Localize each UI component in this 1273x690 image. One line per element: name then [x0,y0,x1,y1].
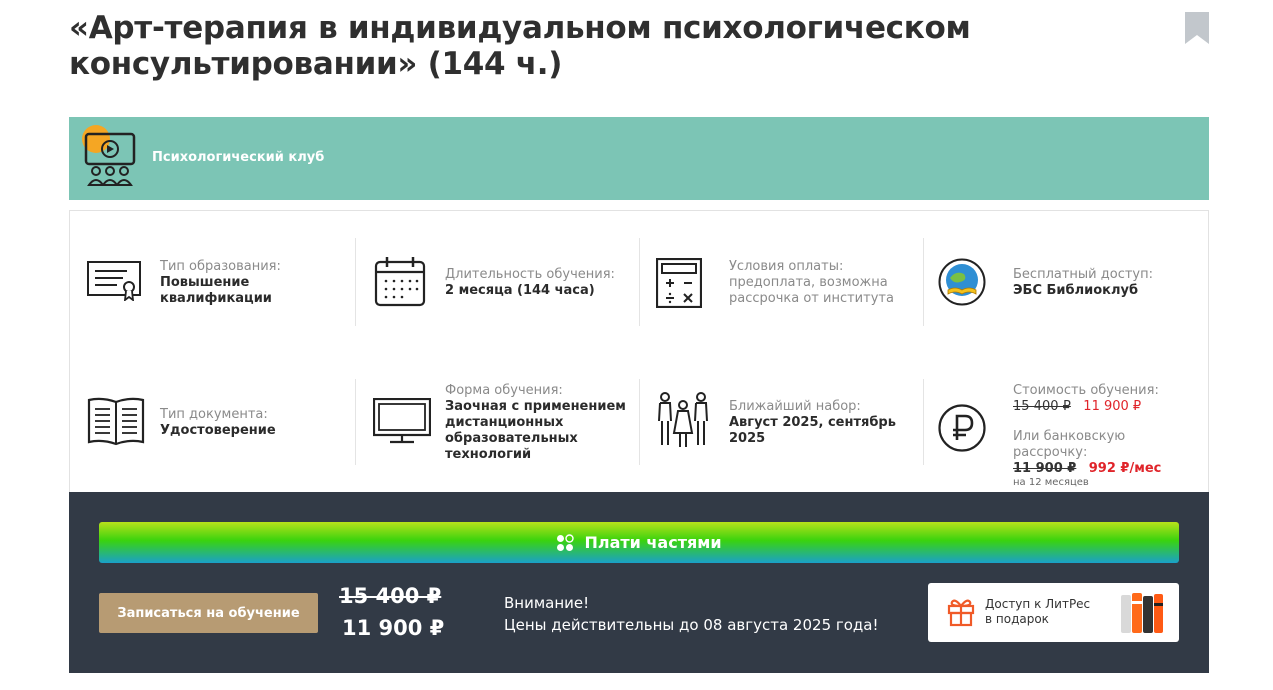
gift-icon [947,599,975,627]
divider [639,238,640,326]
monitor-icon [373,398,431,444]
duration-value: 2 месяца (144 часа) [445,283,595,298]
certificate-icon [87,261,141,301]
price-notice: Внимание! Цены действительны до 08 авгус… [504,592,879,636]
bookmark-icon[interactable] [1185,12,1209,44]
installment-label: Или банковскую рассрочку: [1013,429,1126,460]
enroll-button[interactable]: Записаться на обучение [99,593,318,633]
open-book-icon [87,397,145,446]
cta-old-price: 15 400 ₽ [339,584,442,608]
next-intake-value: Август 2025, сентябрь 2025 [729,415,896,446]
litres-line2: в подарок [985,612,1049,626]
page-title: «Арт-терапия в индивидуальном психологич… [69,10,971,82]
cost-old-price: 15 400 ₽ [1013,399,1071,414]
installment-old-price: 11 900 ₽ [1013,461,1077,476]
club-banner[interactable]: Психологический клуб [69,117,1209,200]
calendar-icon [374,257,426,307]
course-info-grid: Тип образования: Повышение квалификации … [69,210,1209,493]
cost-label: Стоимость обучения: [1013,383,1159,398]
payment-terms-value: предоплата, возможна рассрочка от инстит… [729,275,894,306]
next-intake-label: Ближайший набор: [729,399,861,414]
enroll-panel: Плати частями Записаться на обучение 15 … [69,492,1209,673]
pay-parts-button[interactable]: Плати частями [99,522,1179,563]
divider [639,379,640,465]
payment-terms-label: Условия оплаты: [729,259,844,274]
document-type-label: Тип документа: [160,407,268,422]
video-group-icon [82,125,136,186]
duration-label: Длительность обучения: [445,267,615,282]
litres-gift-card[interactable]: Доступ к ЛитРес в подарок [928,583,1179,642]
study-form-value: Заочная с применением дистанционных обра… [445,399,626,462]
litres-line1: Доступ к ЛитРес [985,597,1091,611]
pay-parts-label: Плати частями [584,533,722,552]
family-icon [658,392,708,447]
study-form-label: Форма обучения: [445,383,563,398]
free-access-label: Бесплатный доступ: [1013,267,1153,282]
installment-period: на 12 месяцев [1013,477,1089,488]
calculator-icon [656,258,702,308]
document-type-value: Удостоверение [160,423,276,438]
divider [923,379,924,465]
library-globe-icon [938,258,986,306]
education-type-value: Повышение квалификации [160,275,272,306]
notice-text: Цены действительны до 08 августа 2025 го… [504,616,879,634]
divider [355,379,356,465]
books-icon [1121,593,1163,633]
ruble-icon [938,404,986,452]
free-access-value[interactable]: ЭБС Библиоклуб [1013,283,1198,299]
divider [355,238,356,326]
education-type-label: Тип образования: [160,259,281,274]
pay-parts-dots-icon [557,533,575,551]
divider [923,238,924,326]
notice-title: Внимание! [504,594,590,612]
club-label: Психологический клуб [152,150,325,165]
cost-new-price: 11 900 ₽ [1083,399,1142,414]
installment-monthly-price: 992 ₽/мес [1088,461,1162,476]
cta-new-price: 11 900 ₽ [342,616,445,640]
